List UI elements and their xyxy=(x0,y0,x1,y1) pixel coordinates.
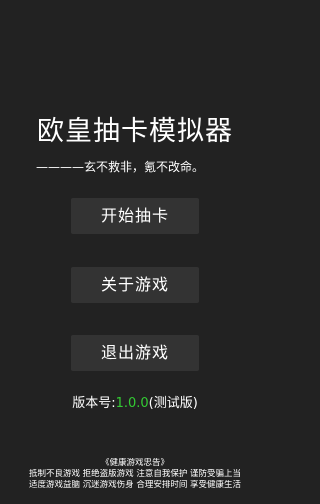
health-advisory-line-1: 抵制不良游戏 拒绝盗版游戏 注意自我保护 谨防受骗上当 xyxy=(28,469,242,479)
health-advisory-title: 《健康游戏忠告》 xyxy=(100,458,169,468)
version-prefix: 版本号: xyxy=(72,396,116,411)
version-info: 版本号:1.0.0(测试版) xyxy=(0,395,270,413)
version-number: 1.0.0 xyxy=(115,396,149,411)
exit-game-button[interactable]: 退出游戏 xyxy=(71,335,199,371)
motto-text: ————玄不救非，氪不改命。 xyxy=(36,160,205,174)
health-advisory-line-2: 适度游戏益脑 沉迷游戏伤身 合理安排时间 享受健康生活 xyxy=(28,480,242,490)
version-suffix: (测试版) xyxy=(148,396,198,411)
about-game-button[interactable]: 关于游戏 xyxy=(71,267,199,303)
start-draw-button[interactable]: 开始抽卡 xyxy=(71,198,199,234)
health-advisory: 《健康游戏忠告》 抵制不良游戏 拒绝盗版游戏 注意自我保护 谨防受骗上当 适度游… xyxy=(0,458,270,491)
game-title: 欧皇抽卡模拟器 xyxy=(37,116,233,147)
